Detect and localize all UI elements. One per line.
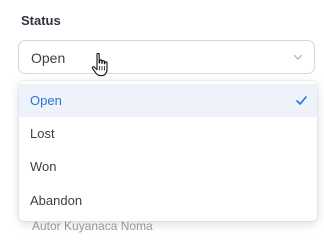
option-label: Won [30,159,57,174]
option-label: Open [30,93,62,108]
dropdown-option-won[interactable]: Won [19,150,317,183]
checkmark-icon [296,96,307,105]
status-select-value: Open [31,50,66,66]
hand-pointer-icon [91,52,108,77]
page: Status Open Autor Kuyanaca Noma Open Los… [0,0,324,233]
status-dropdown-menu: Open Lost Won Abandon [19,81,317,221]
dropdown-option-abandon[interactable]: Abandon [19,184,317,217]
dropdown-option-lost[interactable]: Lost [19,117,317,150]
partially-hidden-field-label: Autor Kuyanaca Noma [32,219,153,233]
status-select[interactable]: Open [18,40,315,74]
option-label: Lost [30,126,55,141]
option-label: Abandon [30,193,83,208]
chevron-down-icon [293,54,303,60]
dropdown-option-open[interactable]: Open [19,84,317,117]
status-label: Status [21,13,61,28]
